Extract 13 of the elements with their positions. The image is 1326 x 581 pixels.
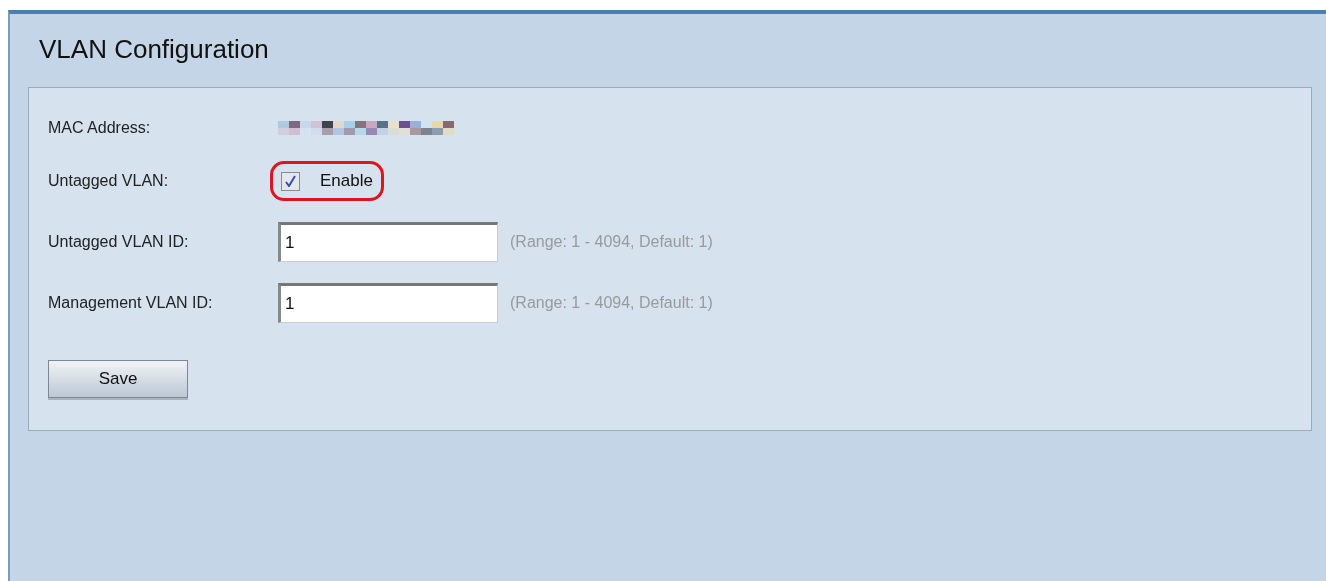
input-field[interactable]: 1 xyxy=(278,222,498,262)
field-label: Management VLAN ID: xyxy=(48,293,214,313)
field-label: Untagged VLAN: xyxy=(48,171,170,191)
field-label: Untagged VLAN ID: xyxy=(48,232,190,252)
checkbox-label: Enable xyxy=(320,170,373,193)
checkbox[interactable] xyxy=(281,171,300,191)
range-hint: (Range: 1 - 4094, Default: 1) xyxy=(510,232,713,252)
save-button[interactable]: Save xyxy=(48,360,188,398)
range-hint: (Range: 1 - 4094, Default: 1) xyxy=(510,293,713,313)
input-field[interactable]: 1 xyxy=(278,283,498,323)
field-label: MAC Address: xyxy=(48,118,152,138)
check-icon xyxy=(285,175,296,187)
page-title: VLAN Configuration xyxy=(39,33,269,66)
